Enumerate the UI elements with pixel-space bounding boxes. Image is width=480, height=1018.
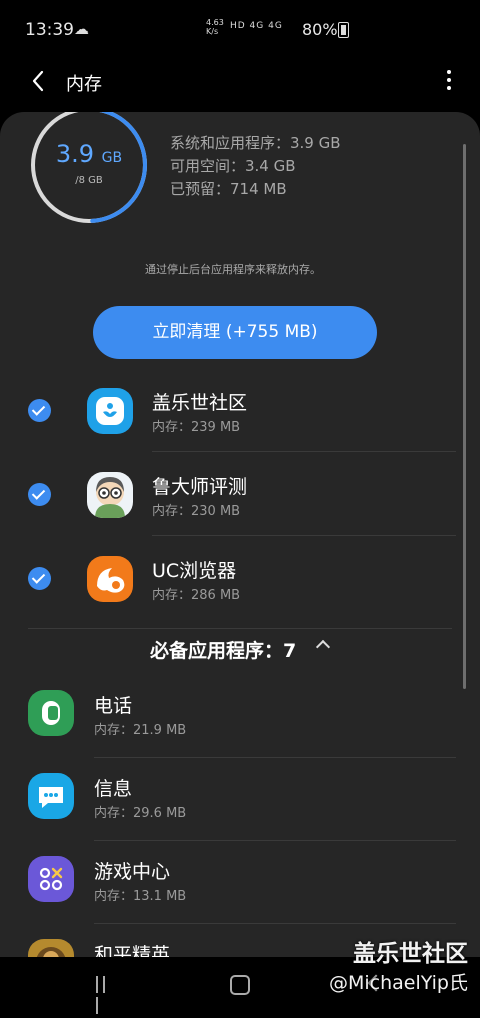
ludashi-glyph [95,477,125,518]
status-bar: 13:39 ☁ 4.63 K/s HD 4G 4G 80% [0,0,480,58]
app-name: 游戏中心 [94,861,171,883]
app-row-galaxy-community[interactable]: 盖乐世社区 内存：239 MB [0,368,456,452]
checkbox-checked-icon[interactable] [28,483,51,506]
memory-used-unit: GB [101,150,123,166]
app-name: 信息 [94,778,133,800]
scrollbar[interactable] [463,144,466,689]
more-dot-icon [447,78,451,82]
app-memory: 内存：21.9 MB [94,723,187,738]
app-bar: 内存 [0,58,480,106]
more-dot-icon [447,86,451,90]
arrow-left-icon [32,70,44,92]
message-icon [28,773,74,819]
more-options-button[interactable] [444,70,454,94]
app-row-ludashi[interactable]: 鲁大师评测 内存：230 MB [0,452,456,536]
game-pubg-glyph [36,947,66,957]
checkbox-checked-icon[interactable] [28,399,51,422]
chevron-up-icon[interactable] [315,639,331,655]
network-speed-value: 4.63 [206,18,224,27]
watermark-author: @MichaelYip氏 [328,972,468,994]
more-dot-icon [447,70,451,74]
uc-browser-icon [87,556,133,602]
checkbox-checked-icon[interactable] [28,567,51,590]
memory-used-value: 3.9 [55,140,95,168]
galaxy-community-glyph [96,397,124,425]
essential-app-phone: 电话 内存：21.9 MB [0,674,456,758]
ludashi-icon [87,472,133,518]
hint-text: 通过停止后台应用程序来释放内存。 [145,263,321,276]
stat-system-apps: 系统和应用程序：3.9 GB [170,134,341,152]
essential-app-messages: 信息 内存：29.6 MB [0,757,456,841]
phone-glyph [42,701,60,725]
game-pubg-icon [28,939,74,957]
app-row-uc-browser[interactable]: UC浏览器 内存：286 MB [0,536,456,620]
memory-stats: 系统和应用程序：3.9 GB 可用空间：3.4 GB 已预留：714 MB [170,132,341,201]
galaxy-community-icon [87,388,133,434]
app-name: 盖乐世社区 [152,392,248,414]
status-time: 13:39 [25,20,74,40]
memory-used: 3.9 GB [28,140,150,168]
app-name: 鲁大师评测 [152,476,248,498]
game-center-glyph [39,867,63,891]
battery-level: 80% [302,20,338,39]
weather-icon: ☁ [74,20,89,38]
network-speed-unit: K/s [206,27,219,36]
back-button[interactable] [24,66,54,96]
home-button[interactable] [230,975,250,995]
memory-usage-ring: 3.9 GB /8 GB [28,112,150,226]
memory-card: 3.9 GB /8 GB 系统和应用程序：3.9 GB 可用空间：3.4 GB … [0,112,480,957]
memory-ring-chart [31,112,147,223]
app-memory: 内存：239 MB [152,420,241,435]
page-title: 内存 [66,74,102,95]
uc-browser-glyph [97,568,125,593]
stat-available: 可用空间：3.4 GB [170,157,296,175]
app-memory: 内存：29.6 MB [94,806,187,821]
app-memory: 内存：286 MB [152,588,241,603]
memory-total: /8 GB [75,175,103,186]
app-name: 电话 [94,695,133,717]
section-divider [28,628,452,629]
game-center-icon [28,856,74,902]
network-speed: 4.63 K/s [206,18,224,36]
recent-apps-button[interactable] [96,976,116,1014]
watermark-title: 盖乐世社区 [353,941,468,967]
app-name: UC浏览器 [152,560,237,582]
app-memory: 内存：13.1 MB [94,889,187,904]
battery-icon [338,22,349,38]
app-memory: 内存：230 MB [152,504,241,519]
phone-icon [28,690,74,736]
message-glyph [39,787,63,808]
essential-app-game-center: 游戏中心 内存：13.1 MB [0,840,456,924]
clean-now-button[interactable]: 立即清理 (+755 MB) [93,306,377,359]
stat-reserved: 已预留：714 MB [170,180,287,198]
essential-apps-header[interactable]: 必备应用程序：7 [150,636,296,663]
signal-icons: HD 4G 4G [230,21,283,31]
app-name: 和平精英 [94,944,171,957]
